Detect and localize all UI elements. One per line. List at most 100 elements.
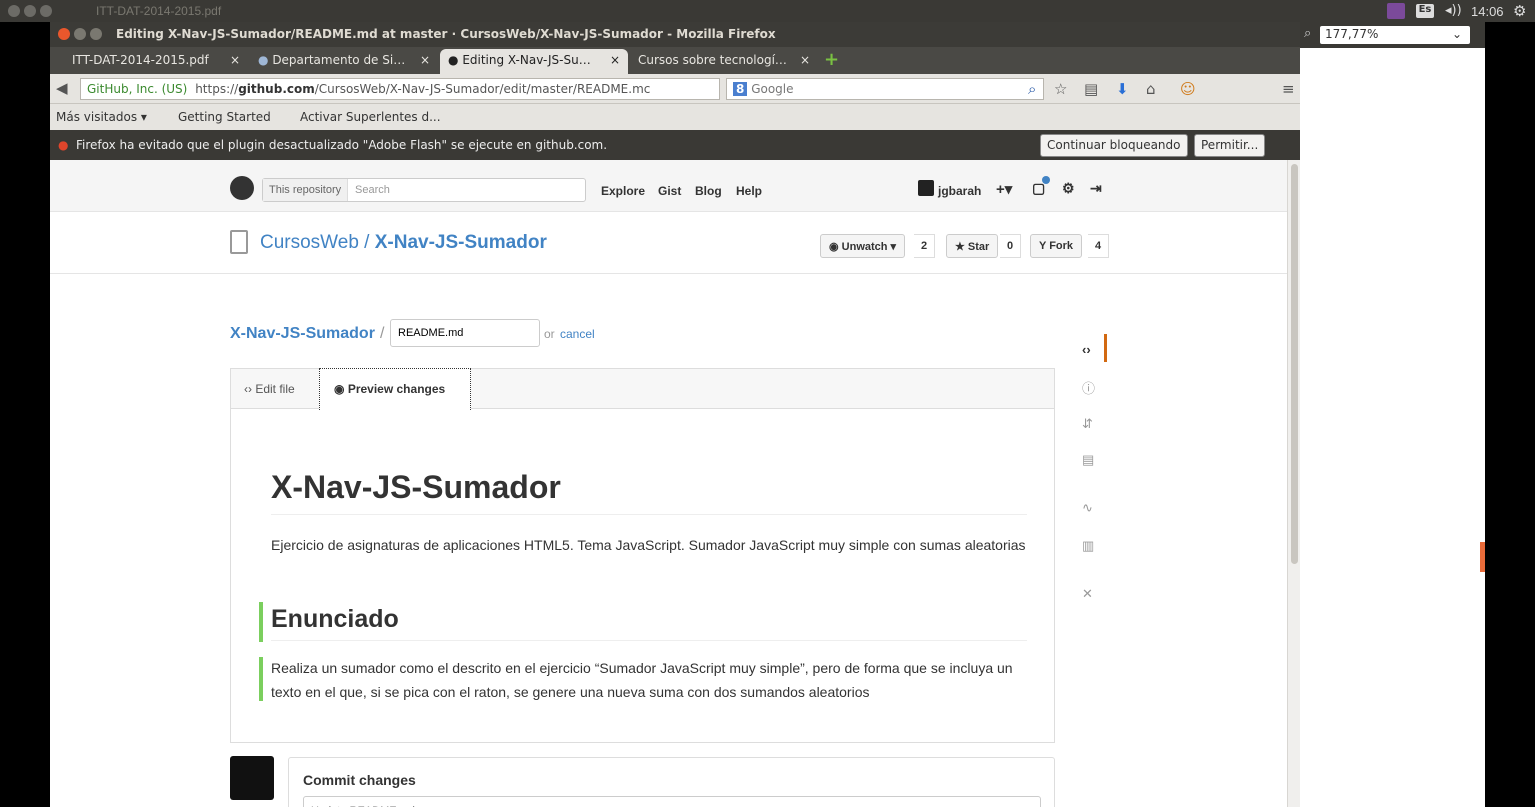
os-minimize-button[interactable] bbox=[24, 5, 36, 17]
bookmarks-menu-icon[interactable]: ▤ bbox=[1084, 80, 1098, 98]
new-tab-plus-icon[interactable]: + bbox=[824, 49, 839, 70]
settings-gear-icon[interactable]: ⚙ bbox=[1062, 180, 1075, 197]
pull-requests-icon[interactable]: ⇵ bbox=[1082, 416, 1093, 432]
tab-editing[interactable]: ● Editing X-Nav-JS-Su… × bbox=[440, 49, 628, 74]
search-icon[interactable]: ⌕ bbox=[1304, 26, 1311, 41]
zoom-value: 177,77% bbox=[1325, 27, 1379, 41]
home-icon[interactable]: ⌂ bbox=[1146, 80, 1156, 98]
unwatch-button[interactable]: ◉ Unwatch ▾ bbox=[820, 234, 906, 258]
create-new-plus-icon[interactable]: +▾ bbox=[996, 180, 1012, 198]
tab-cursos[interactable]: Cursos sobre tecnologí… × bbox=[630, 49, 818, 74]
search-scope: This repository bbox=[263, 179, 349, 201]
desktop-right-strip bbox=[1485, 22, 1535, 807]
close-tab-icon[interactable]: × bbox=[800, 53, 810, 67]
repo-name-link[interactable]: X-Nav-JS-Sumador bbox=[375, 232, 547, 253]
bookmarks-toolbar: Más visitados ▾ Getting Started Activar … bbox=[50, 104, 1300, 130]
issues-icon[interactable]: ⓘ bbox=[1082, 378, 1095, 397]
close-window-button[interactable] bbox=[58, 28, 70, 40]
monitor-icon[interactable] bbox=[1387, 3, 1405, 19]
url-bar[interactable]: GitHub, Inc. (US) https://github.com/Cur… bbox=[80, 78, 720, 100]
filename-input[interactable] bbox=[390, 319, 540, 347]
page-scrollbar[interactable] bbox=[1287, 160, 1300, 807]
active-indicator bbox=[1104, 334, 1107, 362]
avatar[interactable] bbox=[918, 180, 934, 196]
continue-blocking-button[interactable]: Continuar bloqueando bbox=[1040, 134, 1188, 157]
tab-bar: ITT-DAT-2014-2015.pdf × ● Departamento d… bbox=[50, 47, 1300, 74]
site-identity[interactable]: GitHub, Inc. (US) bbox=[87, 82, 187, 96]
clock[interactable]: 14:06 bbox=[1471, 4, 1504, 19]
watchers-count[interactable]: 2 bbox=[914, 234, 936, 258]
tab-preview-changes[interactable]: ◉ Preview changes bbox=[319, 368, 471, 410]
tab-edit-label: Edit file bbox=[255, 382, 295, 396]
window-title: Editing X-Nav-JS-Sumador/README.md at ma… bbox=[116, 27, 776, 41]
downloads-icon[interactable]: ⬇ bbox=[1116, 80, 1129, 98]
menu-hamburger-icon[interactable]: ≡ bbox=[1282, 80, 1295, 98]
maximize-window-button[interactable] bbox=[90, 28, 102, 40]
pulse-icon[interactable]: ∿ bbox=[1082, 500, 1093, 516]
stars-count[interactable]: 0 bbox=[1000, 234, 1022, 258]
bookmark-most-visited[interactable]: Más visitados ▾ bbox=[56, 110, 147, 124]
close-tab-icon[interactable]: × bbox=[230, 53, 240, 67]
preview-heading-2: Enunciado bbox=[271, 605, 1027, 641]
repo-owner-link[interactable]: CursosWeb bbox=[260, 232, 359, 253]
diff-added-marker bbox=[259, 602, 263, 642]
nav-help[interactable]: Help bbox=[736, 184, 762, 198]
github-header: This repository Search Explore Gist Blog… bbox=[50, 160, 1287, 212]
tab-label: ITT-DAT-2014-2015.pdf bbox=[72, 53, 209, 67]
back-arrow-icon[interactable]: ◀ bbox=[56, 79, 68, 97]
star-icon: ★ bbox=[955, 241, 968, 253]
breadcrumb-repo-link[interactable]: X-Nav-JS-Sumador bbox=[230, 325, 375, 343]
tab-label: Cursos sobre tecnologí… bbox=[638, 53, 787, 67]
zoom-select[interactable]: 177,77% ⌄ bbox=[1320, 26, 1470, 44]
search-bar[interactable]: 8 Google bbox=[726, 78, 1044, 100]
os-close-button[interactable] bbox=[8, 5, 20, 17]
tab-pdf[interactable]: ITT-DAT-2014-2015.pdf × bbox=[64, 49, 248, 74]
bookmark-getting-started[interactable]: Getting Started bbox=[178, 110, 271, 124]
eye-icon: ◉ bbox=[334, 382, 348, 396]
username[interactable]: jgbarah bbox=[938, 184, 981, 198]
firefox-titlebar: Editing X-Nav-JS-Sumador/README.md at ma… bbox=[50, 22, 1300, 47]
volume-icon[interactable]: ◂)) bbox=[1445, 3, 1462, 18]
sign-out-icon[interactable]: ⇥ bbox=[1090, 180, 1102, 197]
bookmark-star-icon[interactable]: ☆ bbox=[1054, 80, 1067, 98]
allow-plugin-button[interactable]: Permitir... bbox=[1194, 134, 1266, 157]
google-engine-icon[interactable]: 8 bbox=[733, 82, 748, 96]
os-maximize-button[interactable] bbox=[40, 5, 52, 17]
keyboard-layout-indicator[interactable]: Es bbox=[1416, 4, 1434, 18]
fork-button[interactable]: Y Fork bbox=[1030, 234, 1083, 258]
tab-departamento[interactable]: ● Departamento de Si… × bbox=[250, 49, 438, 74]
nav-blog[interactable]: Blog bbox=[695, 184, 722, 198]
commit-box: Commit changes bbox=[288, 757, 1055, 807]
minimize-window-button[interactable] bbox=[74, 28, 86, 40]
close-tab-icon[interactable]: × bbox=[610, 53, 620, 67]
forks-count[interactable]: 4 bbox=[1088, 234, 1110, 258]
code-icon: ‹› bbox=[244, 382, 256, 396]
cancel-link[interactable]: cancel bbox=[560, 327, 595, 341]
github-search-input[interactable]: This repository Search bbox=[262, 178, 586, 202]
tab-edit-file[interactable]: ‹› Edit file bbox=[244, 382, 295, 396]
star-button[interactable]: ★ Star bbox=[946, 234, 999, 258]
url-prefix: https:// bbox=[195, 82, 239, 96]
search-placeholder: Search bbox=[355, 184, 390, 196]
commit-message-input[interactable] bbox=[303, 796, 1041, 807]
addon-icon[interactable]: ☺ bbox=[1180, 80, 1196, 98]
pdf-zoom-bar: ⌕ 177,77% ⌄ bbox=[1300, 22, 1485, 48]
or-text: or bbox=[544, 327, 555, 341]
close-tab-icon[interactable]: × bbox=[420, 53, 430, 67]
bookmark-superlentes[interactable]: Activar Superlentes d... bbox=[300, 110, 441, 124]
nav-gist[interactable]: Gist bbox=[658, 184, 681, 198]
preview-heading-1: X-Nav-JS-Sumador bbox=[271, 469, 1027, 515]
wiki-icon[interactable]: ▤ bbox=[1082, 452, 1094, 468]
nav-explore[interactable]: Explore bbox=[601, 184, 645, 198]
scrollbar-thumb[interactable] bbox=[1291, 164, 1298, 564]
code-icon[interactable]: ‹› bbox=[1082, 342, 1091, 357]
search-magnifier-icon[interactable]: ⌕ bbox=[1028, 80, 1036, 98]
settings-tools-icon[interactable]: ✕ bbox=[1082, 586, 1093, 602]
chevron-down-icon: ⌄ bbox=[1451, 27, 1462, 41]
github-octocat-icon[interactable] bbox=[230, 176, 254, 200]
graphs-icon[interactable]: ▥ bbox=[1082, 538, 1094, 554]
tab-preview-label: Preview changes bbox=[347, 382, 446, 396]
page-content: This repository Search Explore Gist Blog… bbox=[50, 160, 1287, 807]
github-tab-icon: ● bbox=[448, 53, 459, 67]
settings-gear-icon[interactable]: ⚙ bbox=[1513, 2, 1526, 20]
